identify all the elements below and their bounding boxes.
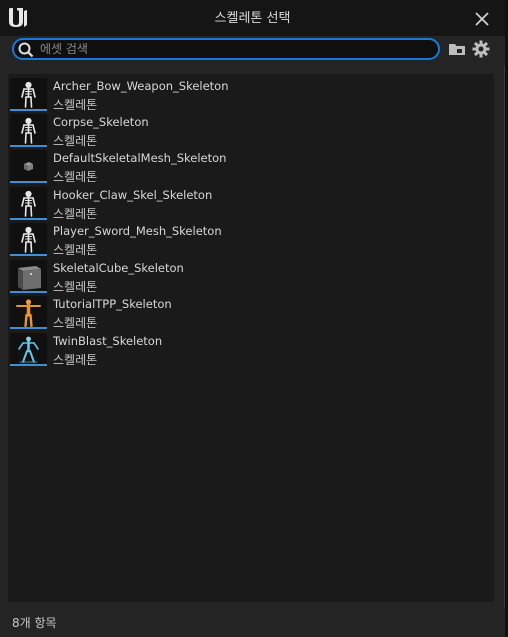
- close-button[interactable]: [471, 8, 493, 30]
- title-bar[interactable]: 스켈레톤 선택: [0, 0, 505, 36]
- asset-name: Corpse_Skeleton: [53, 115, 149, 129]
- skeleton-picker-window: 스켈레톤 선택 에셋 검색 Archer_Bow_Weapon_Skeleton…: [0, 0, 505, 637]
- asset-type: 스켈레톤: [53, 353, 98, 367]
- asset-type: 스켈레톤: [53, 134, 98, 148]
- small-cube-icon: [10, 150, 47, 183]
- search-icon: [18, 42, 34, 58]
- search-box[interactable]: [12, 38, 440, 60]
- character-cyan-icon: [10, 333, 47, 366]
- skeleton-white-icon: [10, 78, 47, 111]
- asset-type: 스켈레톤: [53, 207, 98, 221]
- asset-type: 스켈레톤: [53, 170, 98, 184]
- list-item[interactable]: TutorialTPP_Skeleton 스켈레톤: [10, 294, 490, 330]
- list-item[interactable]: Hooker_Claw_Skel_Skeleton 스켈레톤: [10, 185, 490, 221]
- asset-type: 스켈레톤: [53, 280, 98, 294]
- skeleton-white-icon: [10, 223, 47, 256]
- list-item[interactable]: Corpse_Skeleton 스켈레톤: [10, 112, 490, 148]
- asset-name: Archer_Bow_Weapon_Skeleton: [53, 79, 229, 93]
- asset-name: TwinBlast_Skeleton: [53, 334, 163, 348]
- gray-cube-icon: [10, 260, 47, 293]
- toolbar: [0, 36, 505, 66]
- mannequin-orange-icon: [10, 296, 47, 329]
- asset-type: 스켈레톤: [53, 98, 98, 112]
- item-count: 8개 항목: [12, 616, 57, 630]
- asset-name: DefaultSkeletalMesh_Skeleton: [53, 151, 227, 165]
- gear-icon[interactable]: [472, 40, 490, 58]
- status-bar: 8개 항목: [0, 608, 505, 637]
- skeleton-white-icon: [10, 114, 47, 147]
- window-title: 스켈레톤 선택: [214, 11, 291, 26]
- asset-type: 스켈레톤: [53, 243, 98, 257]
- asset-name: Hooker_Claw_Skel_Skeleton: [53, 188, 213, 202]
- list-item[interactable]: SkeletalCube_Skeleton 스켈레톤: [10, 258, 490, 294]
- asset-name: Player_Sword_Mesh_Skeleton: [53, 224, 222, 238]
- list-item[interactable]: Archer_Bow_Weapon_Skeleton 스켈레톤: [10, 76, 490, 112]
- folder-icon[interactable]: [448, 41, 466, 57]
- search-input[interactable]: [40, 40, 430, 58]
- list-item[interactable]: TwinBlast_Skeleton 스켈레톤: [10, 331, 490, 367]
- asset-name: TutorialTPP_Skeleton: [53, 297, 172, 311]
- skeleton-white-icon: [10, 187, 47, 220]
- list-item[interactable]: DefaultSkeletalMesh_Skeleton 스켈레톤: [10, 148, 490, 184]
- asset-type: 스켈레톤: [53, 316, 98, 330]
- close-icon: [475, 12, 489, 26]
- asset-list[interactable]: Archer_Bow_Weapon_Skeleton 스켈레톤 Corpse_S…: [8, 74, 494, 602]
- list-item[interactable]: Player_Sword_Mesh_Skeleton 스켈레톤: [10, 221, 490, 257]
- asset-name: SkeletalCube_Skeleton: [53, 261, 184, 275]
